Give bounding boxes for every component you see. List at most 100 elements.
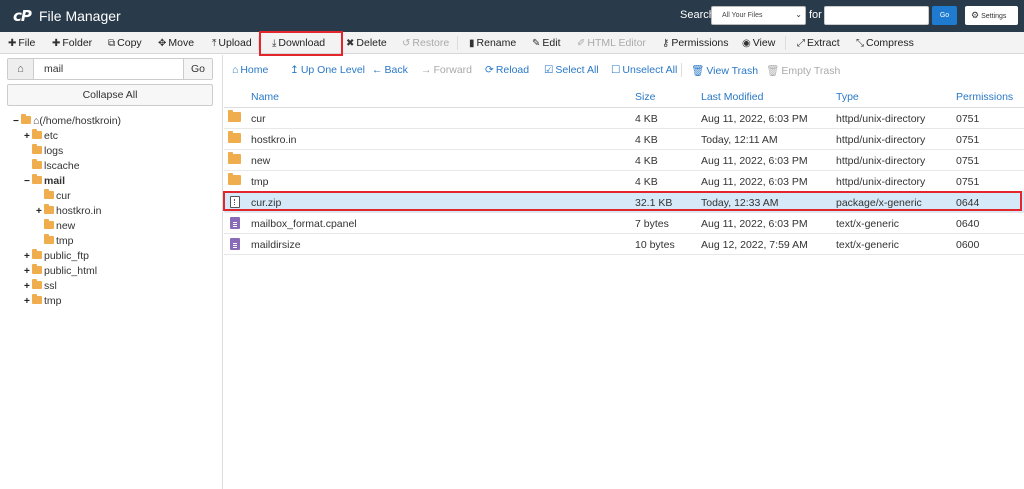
file-type: httpd/unix-directory bbox=[836, 155, 926, 167]
gear-icon: ⚙ bbox=[971, 10, 980, 20]
select-all-button[interactable]: ☑ Select All bbox=[544, 64, 599, 76]
new-folder-button[interactable]: ✚ Folder bbox=[52, 32, 92, 54]
path-bar: ⌂ mail Go bbox=[7, 58, 213, 80]
unselect-all-button[interactable]: ☐ Unselect All bbox=[611, 64, 677, 76]
file-modified: Aug 11, 2022, 6:03 PM bbox=[701, 113, 808, 125]
search-input[interactable] bbox=[824, 6, 929, 25]
tree-item-tmp[interactable]: + tmp bbox=[24, 294, 62, 309]
file-modified: Aug 11, 2022, 6:03 PM bbox=[701, 218, 808, 230]
forward-button[interactable]: → Forward bbox=[421, 64, 472, 76]
table-row[interactable]: mailbox_format.cpanel 7 bytes Aug 11, 20… bbox=[224, 213, 1024, 234]
collapse-all-button[interactable]: Collapse All bbox=[7, 84, 213, 106]
rename-label: Rename bbox=[476, 37, 517, 49]
column-header-permissions[interactable]: Permissions bbox=[956, 91, 1013, 103]
column-header-last-modified[interactable]: Last Modified bbox=[701, 91, 763, 103]
back-label: Back bbox=[384, 64, 408, 76]
text-file-icon bbox=[228, 238, 240, 250]
home-icon: ⌂ bbox=[232, 64, 239, 76]
file-type: text/x-generic bbox=[836, 239, 900, 251]
reload-label: Reload bbox=[495, 64, 530, 76]
tree-toggle[interactable]: + bbox=[24, 294, 32, 309]
search-scope-select[interactable]: All Your Files ⌄ bbox=[711, 6, 806, 25]
tree-item-hostkro[interactable]: + hostkro.in bbox=[36, 204, 102, 219]
chevron-down-icon: ⌄ bbox=[795, 10, 802, 19]
tree-item-etc[interactable]: + etc bbox=[24, 129, 58, 144]
unselect-all-label: Unselect All bbox=[622, 64, 678, 76]
table-row[interactable]: hostkro.in 4 KB Today, 12:11 AM httpd/un… bbox=[224, 129, 1024, 150]
tree-toggle[interactable]: + bbox=[24, 279, 32, 294]
eye-icon: ◉ bbox=[742, 38, 751, 49]
view-trash-label: View Trash bbox=[706, 65, 759, 77]
table-row[interactable]: new 4 KB Aug 11, 2022, 6:03 PM httpd/uni… bbox=[224, 150, 1024, 171]
tree-toggle[interactable]: + bbox=[24, 249, 32, 264]
view-trash-button[interactable]: 🗑 View Trash bbox=[691, 64, 758, 77]
tree-item-public-html[interactable]: + public_html bbox=[24, 264, 97, 279]
folder-icon bbox=[32, 294, 42, 304]
file-permissions: 0640 bbox=[956, 218, 980, 230]
search-go-button[interactable]: Go bbox=[932, 6, 957, 25]
delete-button[interactable]: ✖ Delete bbox=[346, 32, 387, 54]
nav-divider bbox=[681, 63, 682, 77]
tree-label: mail bbox=[44, 175, 66, 187]
column-header-type[interactable]: Type bbox=[836, 91, 859, 103]
empty-trash-button[interactable]: 🗑 Empty Trash bbox=[766, 64, 840, 77]
tree-item-public-ftp[interactable]: + public_ftp bbox=[24, 249, 89, 264]
folder-icon bbox=[32, 159, 42, 169]
compress-button[interactable]: ⤡ Compress bbox=[856, 32, 914, 54]
tree-label: ssl bbox=[44, 280, 57, 292]
new-file-label: File bbox=[18, 37, 36, 49]
file-permissions: 0751 bbox=[956, 113, 980, 125]
copy-button[interactable]: ⧉ Copy bbox=[108, 32, 142, 54]
tree-item-mail[interactable]: − mail bbox=[24, 174, 65, 189]
tree-item-cur[interactable]: cur bbox=[36, 189, 71, 204]
close-icon: ✖ bbox=[346, 38, 355, 49]
restore-label: Restore bbox=[412, 37, 450, 49]
tree-toggle[interactable]: + bbox=[24, 264, 32, 279]
tree-item-root[interactable]: − ⌂(/home/hostkroin) bbox=[13, 114, 121, 129]
tree-item-ssl[interactable]: + ssl bbox=[24, 279, 57, 294]
permissions-button[interactable]: ⚷ Permissions bbox=[662, 32, 729, 54]
up-one-level-button[interactable]: ↥ Up One Level bbox=[290, 64, 365, 76]
table-row[interactable]: tmp 4 KB Aug 11, 2022, 6:03 PM httpd/uni… bbox=[224, 171, 1024, 192]
restore-button[interactable]: ↺ Restore bbox=[402, 32, 449, 54]
cpanel-logo[interactable]: cP bbox=[13, 7, 32, 25]
tree-toggle[interactable]: − bbox=[13, 114, 21, 129]
file-modified: Today, 12:11 AM bbox=[701, 134, 778, 146]
tree-item-tmp-mail[interactable]: tmp bbox=[36, 234, 74, 249]
folder-icon bbox=[44, 204, 54, 214]
column-header-size[interactable]: Size bbox=[635, 91, 655, 103]
folder-icon bbox=[21, 114, 31, 124]
move-button[interactable]: ✥ Move bbox=[158, 32, 194, 54]
edit-button[interactable]: ✎ Edit bbox=[532, 32, 560, 54]
file-size: 10 bytes bbox=[635, 239, 675, 251]
view-button[interactable]: ◉ View bbox=[742, 32, 775, 54]
tree-item-lscache[interactable]: lscache bbox=[24, 159, 80, 174]
tree-toggle[interactable]: + bbox=[36, 204, 44, 219]
compress-icon: ⤡ bbox=[856, 38, 864, 49]
file-permissions: 0751 bbox=[956, 155, 980, 167]
html-editor-button[interactable]: ✐ HTML Editor bbox=[577, 32, 646, 54]
tree-toggle[interactable]: + bbox=[24, 129, 32, 144]
tree-toggle[interactable]: − bbox=[24, 174, 32, 189]
folder-open-icon bbox=[32, 174, 42, 184]
extract-button[interactable]: ⤢ Extract bbox=[797, 32, 840, 54]
table-row[interactable]: maildirsize 10 bytes Aug 12, 2022, 7:59 … bbox=[224, 234, 1024, 255]
file-modified: Aug 11, 2022, 6:03 PM bbox=[701, 155, 808, 167]
upload-button[interactable]: ⤒ Upload bbox=[212, 32, 252, 54]
new-file-button[interactable]: ✚ File bbox=[8, 32, 35, 54]
trash-icon: 🗑 bbox=[766, 65, 780, 77]
home-icon[interactable]: ⌂ bbox=[8, 59, 34, 79]
column-header-name[interactable]: Name bbox=[251, 91, 279, 103]
home-label: Home bbox=[240, 64, 269, 76]
rename-button[interactable]: ▮ Rename bbox=[469, 32, 516, 54]
tree-item-new[interactable]: new bbox=[36, 219, 75, 234]
expand-icon: ⤢ bbox=[797, 38, 805, 49]
tree-item-logs[interactable]: logs bbox=[24, 144, 63, 159]
settings-button[interactable]: ⚙ Settings bbox=[965, 6, 1018, 25]
back-button[interactable]: ← Back bbox=[372, 64, 408, 76]
path-input[interactable]: mail bbox=[44, 63, 63, 75]
table-row[interactable]: cur 4 KB Aug 11, 2022, 6:03 PM httpd/uni… bbox=[224, 108, 1024, 129]
reload-button[interactable]: ⟳ Reload bbox=[485, 64, 529, 76]
home-button[interactable]: ⌂ Home bbox=[232, 64, 268, 76]
path-go-button[interactable]: Go bbox=[183, 59, 212, 79]
